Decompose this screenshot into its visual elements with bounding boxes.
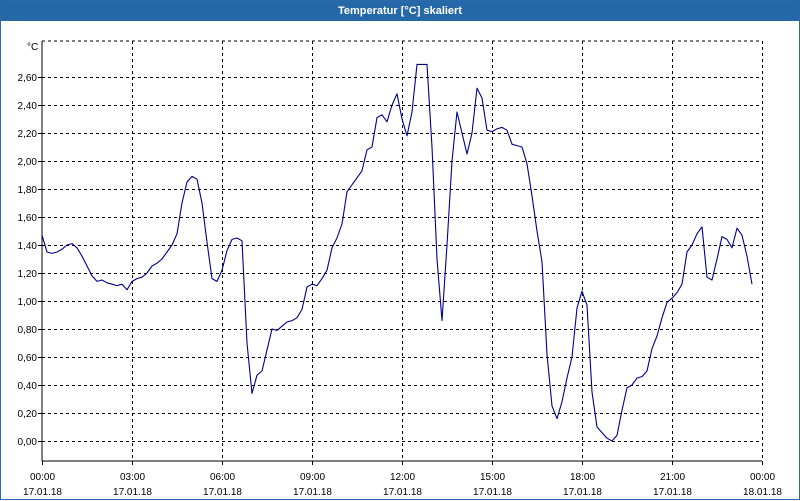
x-tick-date-label: 17.01.18 [293, 487, 332, 498]
x-tick-date-label: 17.01.18 [23, 487, 62, 498]
temperature-series-line [41, 63, 753, 442]
x-tick-date-label: 17.01.18 [473, 487, 512, 498]
y-tick-label: 2,40 [18, 101, 38, 112]
x-tick-date-label: 17.01.18 [383, 487, 422, 498]
y-tick-label: 0,80 [18, 325, 38, 336]
y-tick-label: 1,20 [18, 269, 38, 280]
grid-lines [42, 40, 763, 461]
y-tick-label: 1,80 [18, 185, 38, 196]
y-tick-label: 0,20 [18, 409, 38, 420]
y-tick-label: 2,20 [18, 129, 38, 140]
x-tick-time-label: 09:00 [300, 472, 325, 483]
temperature-chart: 0,00 0,20 0,40 0,60 0,80 1,00 1,20 1,40 1,60 1,80… [18, 40, 782, 498]
x-tick-date-label: 18.01.18 [743, 487, 782, 498]
y-tick-label: 2,60 [18, 73, 38, 84]
x-tick-time-label: 00:00 [30, 472, 55, 483]
x-tick-time-label: 12:00 [390, 472, 415, 483]
x-tick-time-label: 00:00 [750, 472, 775, 483]
x-tick-time-label: 18:00 [570, 472, 595, 483]
chart-window: Temperatur [°C] skaliert 0,00 0,20 0,40 0,6… [0, 0, 800, 500]
y-tick-label: 1,00 [18, 297, 38, 308]
x-tick-time-label: 03:00 [120, 472, 145, 483]
y-tick-label: 0,00 [18, 437, 38, 448]
x-tick-date-label: 17.01.18 [203, 487, 242, 498]
x-tick-date-label: 17.01.18 [653, 487, 692, 498]
y-axis-unit-label: °C [27, 42, 38, 53]
x-tick-date-label: 17.01.18 [563, 487, 602, 498]
y-tick-label: 1,60 [18, 213, 38, 224]
axes [38, 41, 763, 465]
series-layer [41, 63, 753, 442]
x-tick-time-label: 06:00 [210, 472, 235, 483]
y-tick-label: 0,40 [18, 381, 38, 392]
x-tick-time-label: 15:00 [480, 472, 505, 483]
y-tick-label: 1,40 [18, 241, 38, 252]
x-tick-date-label: 17.01.18 [113, 487, 152, 498]
y-tick-label: 0,60 [18, 353, 38, 364]
x-tick-time-label: 21:00 [660, 472, 685, 483]
y-tick-label: 2,00 [18, 157, 38, 168]
